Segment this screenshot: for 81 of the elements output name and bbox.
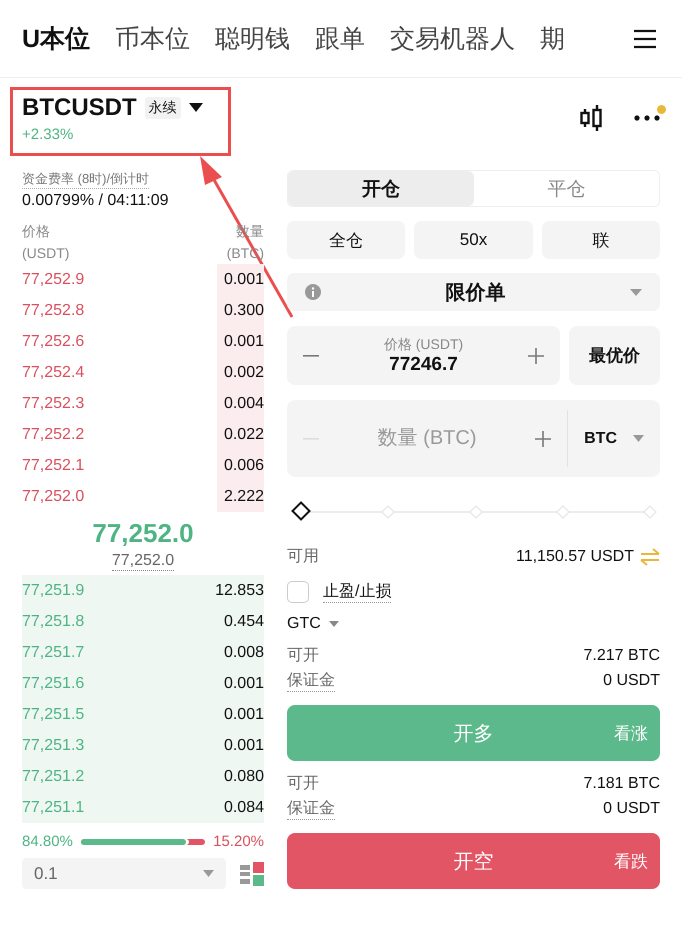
order-price[interactable]: 77,252.6 (22, 332, 84, 350)
caret-icon (328, 621, 339, 627)
tab[interactable]: U本位 (22, 22, 90, 55)
order-quantity: 0.006 (217, 450, 264, 481)
column-unit: (USDT) (22, 244, 70, 263)
plus-icon[interactable] (528, 348, 544, 364)
short-button[interactable]: 开空 看跌 (287, 833, 660, 889)
unit-select[interactable]: BTC (584, 430, 617, 448)
setting-button[interactable]: 50x (414, 221, 533, 259)
candlestick-icon[interactable] (580, 103, 604, 133)
column-header: 价格 (22, 222, 51, 241)
margin-label: 保证金 (287, 798, 335, 820)
info-icon (305, 284, 321, 300)
margin-value: 0 USDT (603, 800, 660, 818)
max-open-value: 7.217 BTC (584, 646, 660, 664)
menu-icon[interactable] (634, 28, 656, 48)
last-price: 77,252.0 (91, 518, 195, 549)
caret-icon[interactable] (188, 103, 203, 112)
tab[interactable]: 跟单 (315, 22, 366, 55)
contract-tag: 永续 (144, 96, 181, 118)
funding-rate-label: 资金费率 (8时)/倒计时 (22, 170, 150, 189)
margin-value: 0 USDT (603, 672, 660, 690)
checkbox[interactable] (287, 581, 309, 603)
available-label: 可用 (287, 547, 319, 567)
more-icon[interactable] (634, 115, 660, 121)
symbol-name[interactable]: BTCUSDT (22, 94, 137, 122)
best-price-button[interactable]: 最优价 (569, 326, 660, 385)
order-quantity: 12.853 (215, 582, 264, 600)
price-change: +2.33% (22, 126, 74, 142)
order-quantity: 0.008 (224, 644, 264, 662)
precision-select[interactable]: 0.1 (22, 858, 226, 889)
setting-button[interactable]: 联 (542, 221, 660, 259)
order-quantity: 0.022 (217, 419, 264, 450)
order-price[interactable]: 77,252.9 (22, 270, 84, 288)
order-quantity: 0.001 (217, 264, 264, 295)
order-quantity: 0.300 (217, 295, 264, 326)
plus-icon[interactable] (535, 430, 552, 446)
max-open-value: 7.181 BTC (584, 774, 660, 792)
order-price[interactable]: 77,252.3 (22, 394, 84, 412)
price-field[interactable]: 价格 (USDT) 77246.7 (287, 326, 560, 385)
tab[interactable]: 币本位 (115, 22, 190, 55)
layout-icon[interactable] (240, 862, 264, 886)
mark-price: 77,252.0 (112, 552, 174, 571)
take-profit-stop-loss-label[interactable]: 止盈/止损 (323, 581, 392, 603)
caret-icon (633, 435, 644, 442)
order-price[interactable]: 77,252.0 (22, 488, 84, 506)
order-quantity: 0.004 (217, 388, 264, 419)
order-quantity: 0.002 (217, 357, 264, 388)
time-in-force-select[interactable]: GTC (287, 615, 339, 633)
tab[interactable]: 聪明钱 (215, 22, 290, 55)
quantity-field[interactable]: 数量 (BTC) BTC (287, 400, 660, 477)
order-price[interactable]: 77,252.1 (22, 456, 84, 474)
sell-ratio: 15.20% (213, 833, 264, 850)
max-open-label: 可开 (287, 774, 319, 794)
button-hint: 看跌 (614, 850, 648, 872)
buy-ratio: 84.80% (22, 833, 73, 850)
order-type-select[interactable]: 限价单 (287, 273, 660, 311)
order-quantity: 0.001 (224, 674, 264, 692)
tab[interactable]: 交易机器人 (390, 22, 516, 55)
order-quantity: 0.001 (224, 706, 264, 724)
caret-icon (630, 288, 642, 296)
order-quantity: 2.222 (217, 481, 264, 512)
minus-icon[interactable] (303, 354, 319, 356)
mode-tab[interactable]: 开仓 (288, 171, 474, 206)
order-quantity: 0.454 (224, 612, 264, 630)
order-price[interactable]: 77,252.4 (22, 364, 84, 382)
tab[interactable]: 期 (540, 22, 566, 55)
order-quantity: 0.080 (224, 768, 264, 786)
order-quantity: 0.001 (224, 736, 264, 754)
available-balance: 11,150.57 USDT (516, 548, 634, 566)
button-hint: 看涨 (614, 722, 648, 744)
order-quantity: 0.001 (217, 326, 264, 357)
margin-label: 保证金 (287, 670, 335, 692)
max-open-label: 可开 (287, 646, 319, 666)
order-quantity: 0.084 (224, 798, 264, 816)
setting-button[interactable]: 全仓 (287, 221, 406, 259)
funding-rate-value: 0.00799% / 04:11:09 (22, 192, 170, 210)
caret-icon (203, 870, 214, 877)
order-price[interactable]: 77,252.2 (22, 426, 84, 444)
slider-thumb[interactable] (291, 501, 311, 521)
order-price[interactable]: 77,252.8 (22, 302, 84, 320)
